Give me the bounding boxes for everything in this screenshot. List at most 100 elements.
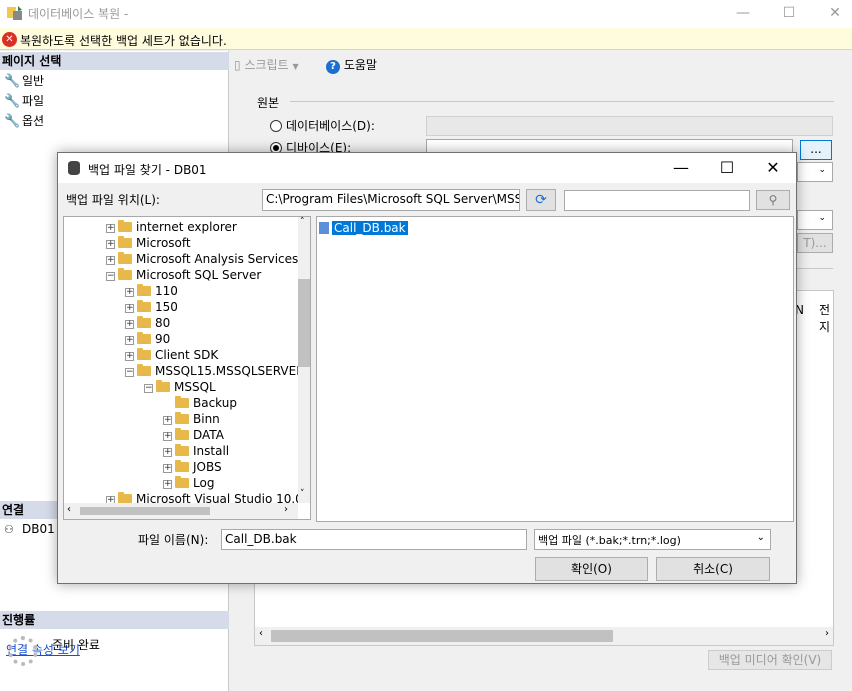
dialog-title-bar: 백업 파일 찾기 - DB01 — ☐ ✕ (58, 153, 796, 183)
tree-node[interactable]: +80 (125, 315, 170, 331)
tree-node[interactable]: − MSSQL (144, 379, 216, 395)
database-radio[interactable]: 데이터베이스(D): (270, 117, 375, 134)
tree-node[interactable]: +150 (125, 299, 178, 315)
browse-device-button[interactable]: ... (800, 140, 832, 160)
collapse-icon[interactable]: − (106, 272, 115, 281)
expand-icon[interactable]: + (163, 432, 172, 441)
page-item-general[interactable]: 🔧 일반 (4, 72, 44, 90)
file-item[interactable]: Call_DB.bak (319, 221, 408, 235)
expand-icon[interactable]: + (163, 464, 172, 473)
file-icon (319, 222, 329, 234)
search-button[interactable]: ⚲ (756, 190, 790, 210)
scroll-thumb[interactable] (271, 630, 613, 642)
verify-backup-media-button[interactable]: 백업 미디어 확인(V) (708, 650, 832, 670)
expand-icon[interactable]: + (125, 320, 134, 329)
tree-node-label: Install (193, 444, 230, 458)
database-dropdown[interactable]: ⌄ (797, 162, 833, 182)
collapse-icon[interactable]: − (125, 368, 134, 377)
minimize-button[interactable]: — (720, 0, 766, 28)
expand-icon[interactable]: + (125, 336, 134, 345)
error-icon: ✕ (2, 32, 17, 47)
maximize-button[interactable]: ☐ (766, 0, 812, 28)
expand-icon[interactable]: + (163, 448, 172, 457)
tree-node[interactable]: + DATA (163, 427, 224, 443)
tree-node-label: Log (193, 476, 215, 490)
tree-node[interactable]: + Microsoft (106, 235, 191, 251)
expand-icon[interactable]: + (163, 416, 172, 425)
tree-node[interactable]: Backup (163, 395, 237, 411)
horizontal-scrollbar[interactable]: ‹ › (255, 627, 833, 645)
tree-node[interactable]: − MSSQL15.MSSQLSERVER (125, 363, 305, 379)
dialog-close-button[interactable]: ✕ (750, 153, 796, 183)
restore-to-dropdown[interactable]: ⌄ (797, 210, 833, 230)
collapse-icon[interactable]: − (144, 384, 153, 393)
expand-icon[interactable]: + (106, 256, 115, 265)
tree-node[interactable]: +90 (125, 331, 170, 347)
database-select[interactable] (426, 116, 833, 136)
page-select-header: 페이지 선택 (0, 52, 229, 70)
folder-icon (137, 316, 151, 328)
expand-icon[interactable]: + (125, 352, 134, 361)
locate-backup-file-dialog: 백업 파일 찾기 - DB01 — ☐ ✕ 백업 파일 위치(L): C:\Pr… (57, 152, 797, 584)
page-item-files[interactable]: 🔧 파일 (4, 92, 44, 110)
tree-node[interactable]: + Binn (163, 411, 220, 427)
separator (797, 268, 833, 269)
tree-node-label: internet explorer (136, 220, 237, 234)
tree-node[interactable]: + Client SDK (125, 347, 218, 363)
scroll-right-icon[interactable]: › (284, 504, 288, 515)
refresh-button[interactable]: ⟳ (526, 189, 556, 211)
progress-status: 준비 완료 (52, 638, 100, 652)
help-button[interactable]: ? 도움말 (326, 56, 377, 74)
search-input[interactable] (564, 190, 750, 211)
scroll-up-icon[interactable]: ˄ (300, 217, 305, 227)
file-type-select[interactable]: 백업 파일 (*.bak;*.trn;*.log) ⌄ (534, 529, 771, 550)
tree-node-label: DATA (193, 428, 224, 442)
title-bar: 데이터베이스 복원 - — ☐ ✕ (0, 0, 852, 28)
folder-icon (175, 396, 189, 408)
tree-node-label: MSSQL15.MSSQLSERVER (155, 364, 305, 378)
tree-node[interactable]: + Microsoft Analysis Services (106, 251, 298, 267)
vertical-scroll-thumb[interactable] (298, 279, 310, 367)
database-radio-label: 데이터베이스(D): (286, 119, 375, 133)
radio-circle (270, 120, 282, 132)
folder-tree[interactable]: + internet explorer + Microsoft + Microsoft A… (63, 216, 311, 520)
wrench-icon: 🔧 (4, 94, 21, 109)
dialog-maximize-button[interactable]: ☐ (704, 153, 750, 183)
database-icon (68, 161, 80, 175)
horizontal-scroll-thumb[interactable] (80, 507, 210, 515)
expand-icon[interactable]: + (125, 304, 134, 313)
network-icon: ⚇ (4, 523, 14, 536)
close-button[interactable]: ✕ (812, 0, 852, 28)
tree-node[interactable]: +110 (125, 283, 178, 299)
tree-node[interactable]: + Install (163, 443, 229, 459)
expand-icon[interactable]: + (163, 480, 172, 489)
scroll-left-icon[interactable]: ‹ (67, 504, 71, 515)
progress-header: 진행률 (0, 611, 229, 629)
timeline-button[interactable]: T)... (797, 233, 833, 253)
expand-icon[interactable]: + (106, 240, 115, 249)
tree-node-label: Binn (193, 412, 220, 426)
folder-icon (175, 444, 189, 456)
scroll-left-icon[interactable]: ‹ (259, 628, 263, 639)
tree-node-label: Microsoft SQL Server (136, 268, 262, 282)
cancel-button[interactable]: 취소(C) (656, 557, 770, 581)
scroll-right-icon[interactable]: › (825, 628, 829, 639)
expand-icon[interactable]: + (106, 224, 115, 233)
expand-icon[interactable]: + (125, 288, 134, 297)
script-button[interactable]: ▯ 스크립트 ▼ (234, 56, 299, 73)
tree-node[interactable]: + internet explorer (106, 219, 237, 235)
location-field[interactable]: C:\Program Files\Microsoft SQL Server\MS… (262, 189, 520, 211)
scroll-down-icon[interactable]: ˅ (300, 489, 305, 499)
dialog-minimize-button[interactable]: — (658, 153, 704, 183)
tree-node[interactable]: + JOBS (163, 459, 222, 475)
folder-icon (118, 236, 132, 248)
tree-node[interactable]: − Microsoft SQL Server (106, 267, 261, 283)
folder-icon (118, 268, 132, 280)
folder-icon (137, 364, 151, 376)
page-item-label: 파일 (22, 94, 45, 108)
tree-node[interactable]: + Log (163, 475, 214, 491)
file-list[interactable]: Call_DB.bak (316, 216, 794, 522)
file-name-input[interactable]: Call_DB.bak (221, 529, 527, 550)
ok-button[interactable]: 확인(O) (535, 557, 648, 581)
page-item-options[interactable]: 🔧 옵션 (4, 112, 44, 130)
